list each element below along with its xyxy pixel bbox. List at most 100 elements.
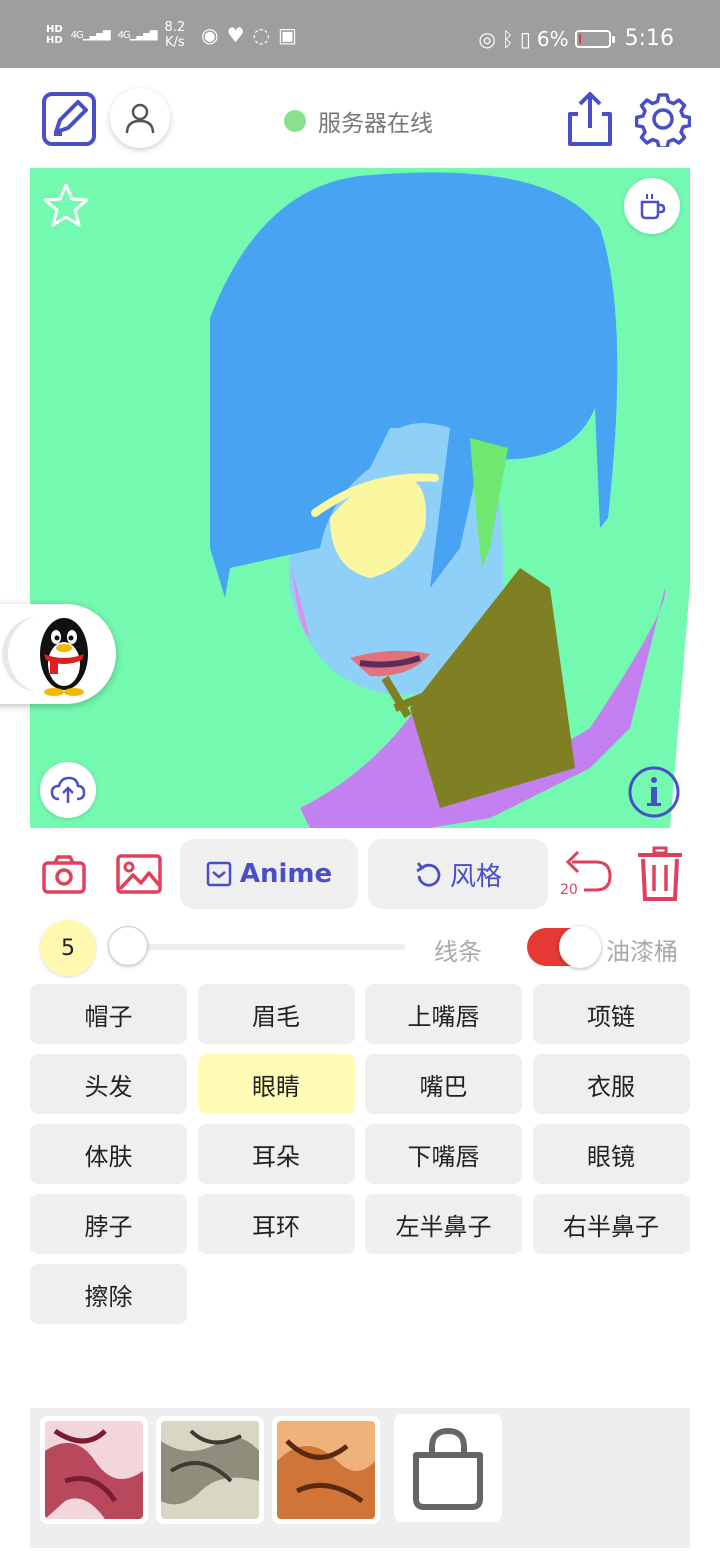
heart-icon: ♥ — [226, 23, 245, 47]
refresh-icon — [416, 862, 441, 887]
trash-icon — [638, 846, 682, 901]
eye-icon: ◎ — [478, 26, 496, 51]
server-status-label: 服务器在线 — [318, 111, 433, 137]
sketch-drawing — [30, 168, 690, 828]
undo-icon: 20 — [560, 850, 612, 898]
label-chip[interactable]: 帽子 — [30, 984, 187, 1044]
label-chip[interactable]: 上嘴唇 — [365, 984, 522, 1044]
anime-mode-button[interactable]: Anime — [180, 839, 358, 909]
undo-count: 20 — [560, 882, 578, 898]
server-status-dot — [284, 110, 306, 132]
edit-icon — [42, 92, 96, 146]
shopping-bag-icon — [413, 1427, 483, 1510]
paint-bucket-toggle[interactable] — [527, 926, 601, 968]
label-chip[interactable]: 体肤 — [30, 1124, 187, 1184]
status-left: HD HD 4G▁▃▅▇ 4G▁▃▅▇ 8.2 K/s ◉ ♥ ◌ ▣ — [46, 20, 297, 50]
undo-button[interactable]: 20 — [558, 846, 614, 902]
label-chip[interactable]: 耳环 — [197, 1194, 355, 1254]
speed-unit: K/s — [164, 35, 185, 50]
label-chip[interactable]: 眼镜 — [532, 1124, 690, 1184]
style-button[interactable]: 风格 — [368, 839, 548, 909]
label-chip[interactable]: 嘴巴 — [365, 1054, 522, 1114]
label-chip[interactable]: 右半鼻子 — [532, 1194, 690, 1254]
bluetooth-icon: ᛒ — [501, 26, 514, 51]
tool-row: Anime 风格 20 — [0, 836, 720, 912]
paint-bucket-label: 油漆桶 — [606, 938, 678, 966]
style-thumb-grey[interactable] — [156, 1416, 264, 1524]
line-mode-label: 线条 — [434, 938, 482, 966]
label-chip[interactable]: 脖子 — [30, 1194, 187, 1254]
status-right: ◎ ᛒ ▯ 6% 5:16 — [478, 26, 674, 51]
camera-icon — [42, 855, 86, 894]
user-icon — [125, 103, 155, 134]
brush-size-slider-thumb[interactable] — [108, 926, 148, 966]
edit-button[interactable] — [40, 90, 98, 148]
hd-indicator: HD HD — [46, 24, 63, 46]
brush-size-badge: 5 — [40, 920, 96, 976]
loading-ring-icon: ◌ — [252, 23, 270, 47]
favorite-button[interactable] — [38, 178, 94, 234]
qq-floating-button[interactable] — [0, 604, 116, 704]
upload-button[interactable] — [40, 762, 96, 818]
clock: 5:16 — [624, 26, 674, 51]
star-icon — [43, 183, 89, 227]
label-chip[interactable]: 眼睛 — [197, 1054, 355, 1114]
label-chip[interactable]: 项链 — [532, 984, 690, 1044]
app-notification-icon: ▣ — [277, 23, 297, 47]
checkbox-icon — [206, 861, 232, 887]
coffee-button[interactable] — [624, 178, 680, 234]
brush-controls: 5 线条 油漆桶 — [0, 918, 720, 978]
vibrate-icon: ▯ — [519, 26, 531, 51]
share-icon — [568, 92, 612, 146]
info-button[interactable] — [626, 764, 682, 820]
coffee-icon — [640, 194, 666, 220]
signal-2-icon: 4G▁▃▅▇ — [117, 29, 158, 41]
delete-button[interactable] — [632, 844, 688, 904]
style-preview-orange — [277, 1421, 375, 1519]
toggle-knob — [559, 926, 601, 968]
label-chip[interactable]: 耳朵 — [197, 1124, 355, 1184]
info-icon — [628, 766, 680, 818]
image-icon — [116, 854, 162, 894]
drawing-canvas[interactable] — [30, 168, 690, 828]
style-shop-button[interactable] — [394, 1414, 502, 1522]
status-app-icons: ◉ ♥ ◌ ▣ — [201, 23, 297, 47]
brush-size-slider[interactable] — [128, 944, 406, 950]
settings-button[interactable] — [634, 90, 692, 148]
server-status: 服务器在线 — [284, 104, 433, 138]
style-thumb-orange[interactable] — [272, 1416, 380, 1524]
gear-icon — [635, 93, 691, 147]
battery-percent: 6% — [536, 26, 569, 51]
label-chip[interactable]: 头发 — [30, 1054, 187, 1114]
label-chip[interactable]: 擦除 — [30, 1264, 187, 1324]
battery-fill — [578, 33, 581, 44]
label-chip[interactable]: 眉毛 — [197, 984, 355, 1044]
app-root: HD HD 4G▁▃▅▇ 4G▁▃▅▇ 8.2 K/s ◉ ♥ ◌ ▣ ◎ ᛒ … — [0, 0, 720, 1560]
share-button[interactable] — [564, 90, 616, 148]
network-1-label: 4G — [70, 29, 84, 41]
status-bar: HD HD 4G▁▃▅▇ 4G▁▃▅▇ 8.2 K/s ◉ ♥ ◌ ▣ ◎ ᛒ … — [0, 0, 720, 68]
style-thumb-red[interactable] — [40, 1416, 148, 1524]
network-speed: 8.2 K/s — [164, 20, 185, 50]
anime-mode-label: Anime — [239, 859, 333, 889]
gallery-button[interactable] — [114, 850, 164, 898]
qq-penguin-icon — [2, 614, 88, 696]
profile-button[interactable] — [110, 88, 170, 148]
cloud-upload-icon — [50, 776, 86, 803]
label-chip[interactable]: 左半鼻子 — [365, 1194, 522, 1254]
top-toolbar: 服务器在线 — [0, 68, 720, 168]
hd-bottom-label: HD — [46, 35, 63, 46]
network-2-label: 4G — [117, 29, 131, 41]
signal-1-icon: 4G▁▃▅▇ — [70, 29, 111, 41]
battery-icon — [574, 29, 615, 48]
hd-top-label: HD — [46, 24, 63, 35]
style-label: 风格 — [449, 861, 502, 892]
camera-button[interactable] — [40, 850, 88, 898]
label-chip[interactable]: 下嘴唇 — [365, 1124, 522, 1184]
speed-value: 8.2 — [164, 20, 186, 35]
label-chip[interactable]: 衣服 — [532, 1054, 690, 1114]
style-preview-grey — [161, 1421, 259, 1519]
style-preview-red — [45, 1421, 143, 1519]
globe-icon: ◉ — [201, 23, 219, 47]
style-thumbnail-strip — [30, 1408, 690, 1548]
